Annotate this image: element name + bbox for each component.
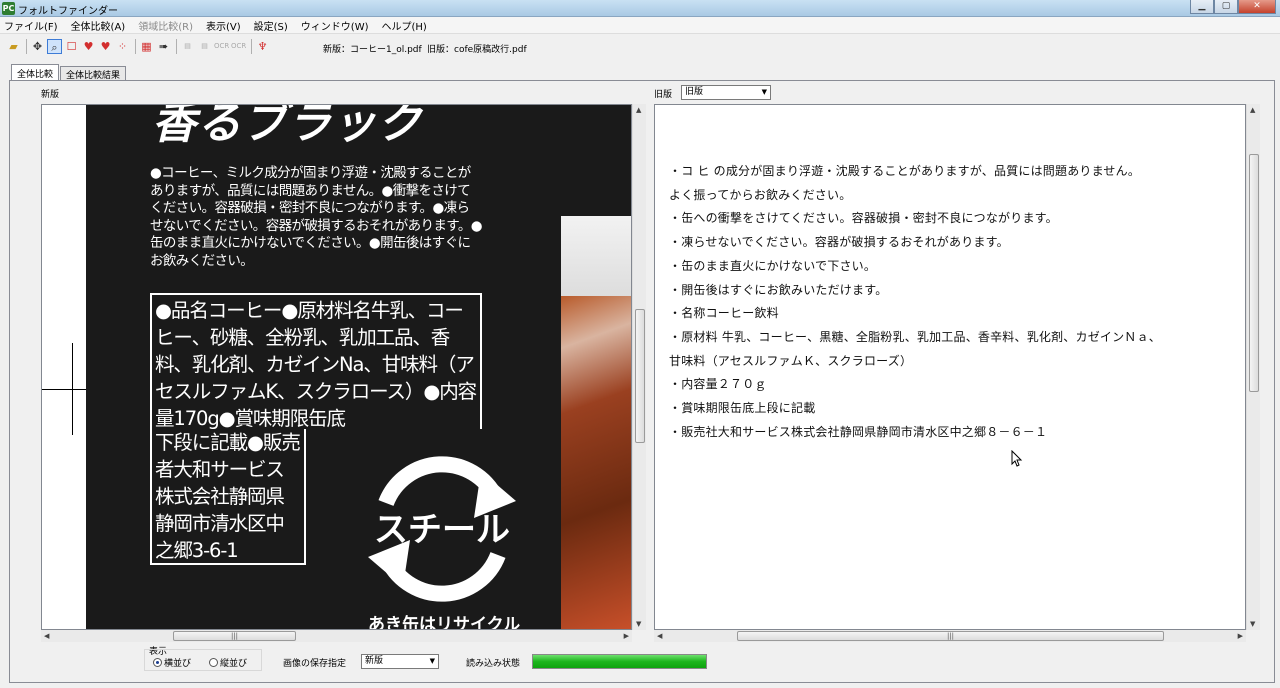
window-controls: ▁ ▢ ✕	[1190, 0, 1276, 14]
toolbar-separator	[26, 39, 27, 54]
toolbar-separator	[251, 39, 252, 54]
ocr-line: ・販売社大和サービス株式会社静岡県静岡市清水区中之郷８－６－１	[669, 424, 1048, 439]
menu-window[interactable]: ウィンドウ(W)	[301, 18, 369, 33]
left-horizontal-scrollbar[interactable]: ◀ ||| ▶	[41, 630, 632, 642]
old-version-select[interactable]: 旧版 ▼	[681, 85, 771, 100]
package-image: 香るブラック ●コーヒー、ミルク成分が固まり浮遊・沈殿することがありますが、品質…	[86, 104, 631, 630]
red-dots-icon[interactable]: ⁘	[115, 39, 130, 54]
menu-bar: ファイル(F) 全体比較(A) 領域比較(R) 表示(V) 設定(S) ウィンド…	[0, 17, 1280, 34]
old-version-view[interactable]: ・コ ヒ の成分が固まり浮遊・沈殿することがありますが、品質には問題ありません。…	[654, 104, 1246, 630]
recycle-label: あき缶はリサイクル	[368, 615, 521, 630]
ocr-line: ・賞味期限缶底上段に記載	[669, 401, 816, 416]
ocr-line: ・開缶後はすぐにお飲みいただけます。	[669, 282, 888, 297]
right-horizontal-scrollbar[interactable]: ◀ ||| ▶	[654, 630, 1246, 642]
tab-strip: 全体比較 全体比較結果	[11, 64, 127, 81]
new-version-view[interactable]: 香るブラック ●コーヒー、ミルク成分が固まり浮遊・沈殿することがありますが、品質…	[41, 104, 632, 630]
load-progress-bar	[532, 654, 707, 669]
ocr-line: よく振ってからお飲みください。	[669, 187, 852, 202]
select-rect-icon[interactable]: ☐	[64, 39, 79, 54]
ocr-text-block: ・コ ヒ の成分が固まり浮遊・沈殿することがありますが、品質には問題ありません。…	[669, 160, 1234, 444]
pin-icon[interactable]: ♆	[255, 39, 270, 54]
package-notice-text: ●コーヒー、ミルク成分が固まり浮遊・沈殿することがありますが、品質には問題ありま…	[150, 165, 483, 269]
menu-help[interactable]: ヘルプ(H)	[382, 18, 427, 33]
open-folder-icon[interactable]: ▰	[6, 39, 21, 54]
recycle-text: スチール	[374, 510, 510, 550]
red-marker-icon[interactable]: ♥	[81, 39, 96, 54]
old-file-label: 旧版：cofe原稿改行.pdf	[427, 45, 527, 55]
package-heading: 香るブラック	[152, 104, 422, 149]
tab-overall-compare[interactable]: 全体比較	[11, 64, 60, 80]
ocr-line: ・缶への衝撃をさけてください。容器破損・密封不良につながります。	[669, 211, 1058, 226]
ocr1-icon[interactable]: OCR	[214, 39, 229, 54]
ocr-line: 甘味料（アセスルファムＫ、スクラローズ）	[669, 353, 913, 368]
right-pane-label: 旧版	[654, 90, 673, 100]
ocr-line: ・凍らせないでください。容器が破損するおそれがあります。	[669, 235, 1009, 250]
menu-settings[interactable]: 設定(S)	[254, 18, 288, 33]
ocr-line: ・原材料 牛乳、コーヒー、黒糖、全脂粉乳、乳加工品、香辛料、乳化剤、カゼインＮａ…	[669, 329, 1161, 344]
left-pane-label: 新版	[41, 90, 60, 100]
package-box-narrow: 下段に記載●販売者大和サービス株式会社静岡県静岡市清水区中之郷3-6-1	[150, 429, 306, 565]
minimize-button[interactable]: ▁	[1190, 0, 1214, 14]
old-version-select-value: 旧版	[685, 87, 704, 97]
toolbar-separator	[176, 39, 177, 54]
compare-icon[interactable]: ▦	[139, 39, 154, 54]
save-image-select[interactable]: 新版 ▼	[361, 654, 439, 669]
maximize-button[interactable]: ▢	[1214, 0, 1238, 14]
window-title: フォルトファインダー	[18, 6, 118, 17]
ocr-line: ・名称コーヒー飲料	[669, 306, 779, 321]
export-icon[interactable]: ➠	[156, 39, 171, 54]
ocr-line: ・缶のまま直火にかけないで下さい。	[669, 258, 877, 273]
coffee-photo-top	[561, 216, 631, 296]
radio-side-by-side[interactable]: 横並び	[153, 656, 191, 669]
toolbar: ▰ ✥ ⌕ ☐ ♥ ♥ ⁘ ▦ ➠ ▤ ▤ OCR OCR ♆	[0, 35, 1280, 58]
save-image-label: 画像の保存指定	[283, 659, 347, 669]
move-icon[interactable]: ✥	[30, 39, 45, 54]
close-button[interactable]: ✕	[1238, 0, 1276, 14]
package-box-full: ●品名コーヒー●原材料名牛乳、コーヒー、砂糖、全粉乳、乳加工品、香料、乳化剤、カ…	[150, 293, 482, 429]
red-marker2-icon[interactable]: ♥	[98, 39, 113, 54]
mouse-cursor-icon	[1011, 450, 1023, 467]
new-file-label: 新版：コーヒー1_ol.pdf	[323, 45, 422, 55]
menu-overall-compare[interactable]: 全体比較(A)	[71, 18, 126, 33]
ocr-gray2-icon[interactable]: ▤	[197, 39, 212, 54]
right-vertical-scrollbar[interactable]: ▲ ▼	[1246, 104, 1260, 630]
ocr-line: ・コ ヒ の成分が固まり浮遊・沈殿することがありますが、品質には問題ありません。	[669, 164, 1141, 178]
save-image-select-value: 新版	[365, 656, 384, 666]
ocr2-icon[interactable]: OCR	[231, 39, 246, 54]
crosshair-horizontal	[42, 389, 86, 390]
zoom-icon[interactable]: ⌕	[47, 39, 62, 54]
tab-compare-results[interactable]: 全体比較結果	[60, 66, 127, 81]
menu-region-compare[interactable]: 領域比較(R)	[138, 18, 193, 33]
toolbar-separator	[135, 39, 136, 54]
radio-off-icon	[209, 658, 218, 667]
steel-recycle-mark: スチール	[368, 456, 516, 602]
menu-view[interactable]: 表示(V)	[206, 18, 241, 33]
left-vertical-scrollbar[interactable]: ▲ ▼	[632, 104, 646, 630]
menu-file[interactable]: ファイル(F)	[4, 18, 58, 33]
ocr-line: ・内容量２７０ｇ	[669, 377, 767, 392]
radio-vertical[interactable]: 縦並び	[209, 656, 247, 669]
ocr-gray1-icon[interactable]: ▤	[180, 39, 195, 54]
load-status-label: 読み込み状態	[466, 659, 521, 669]
app-icon: PC	[2, 2, 15, 15]
chevron-down-icon: ▼	[429, 657, 435, 665]
radio-on-icon	[153, 658, 162, 667]
chevron-down-icon: ▼	[761, 88, 767, 96]
title-bar: PC フォルトファインダー ▁ ▢ ✕	[0, 0, 1280, 17]
